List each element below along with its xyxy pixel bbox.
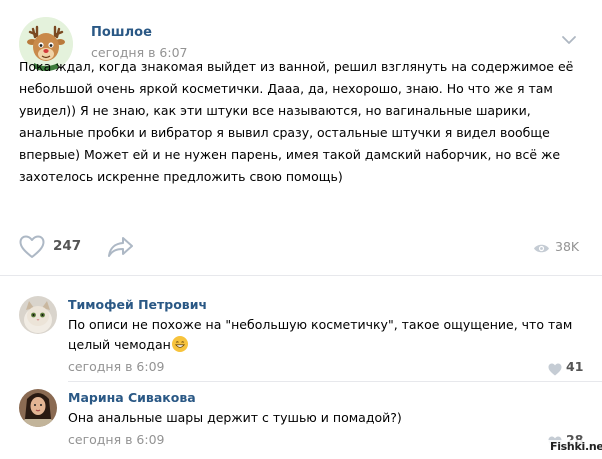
heart-icon[interactable]	[19, 235, 45, 259]
heart-icon[interactable]	[548, 361, 562, 376]
divider	[0, 275, 602, 276]
comment-timestamp[interactable]: сегодня в 6:09	[68, 359, 165, 374]
comment-timestamp[interactable]: сегодня в 6:09	[68, 432, 165, 447]
comment-text: Она анальные шары держит с тушью и помад…	[68, 410, 402, 425]
comment-text-content: По описи не похоже на "небольшую космети…	[68, 317, 573, 352]
views-count: 38K	[555, 239, 580, 254]
divider	[68, 381, 602, 382]
comment-text: По описи не похоже на "небольшую космети…	[68, 315, 588, 355]
post-text: Пока ждал, когда знакомая выйдет из ванн…	[19, 59, 574, 184]
like-count: 247	[53, 238, 82, 254]
commenter-avatar[interactable]	[19, 296, 57, 334]
commenter-avatar[interactable]	[19, 389, 57, 427]
watermark-text: Fishki.net	[548, 440, 602, 453]
comment-author[interactable]: Марина Сивакова	[68, 390, 196, 405]
share-arrow-icon[interactable]	[107, 235, 135, 259]
eye-icon	[533, 240, 550, 253]
post-author[interactable]: Пошлое	[91, 25, 152, 40]
comment-like-count: 41	[566, 359, 584, 374]
chevron-down-icon[interactable]	[561, 30, 577, 44]
comment-author[interactable]: Тимофей Петрович	[68, 297, 207, 312]
watermark-logo: Fishki.net	[548, 440, 602, 453]
grinning-face-icon	[171, 336, 188, 352]
post: Пошлое сегодня в 6:07 Пока ждал, когда з…	[0, 0, 602, 274]
